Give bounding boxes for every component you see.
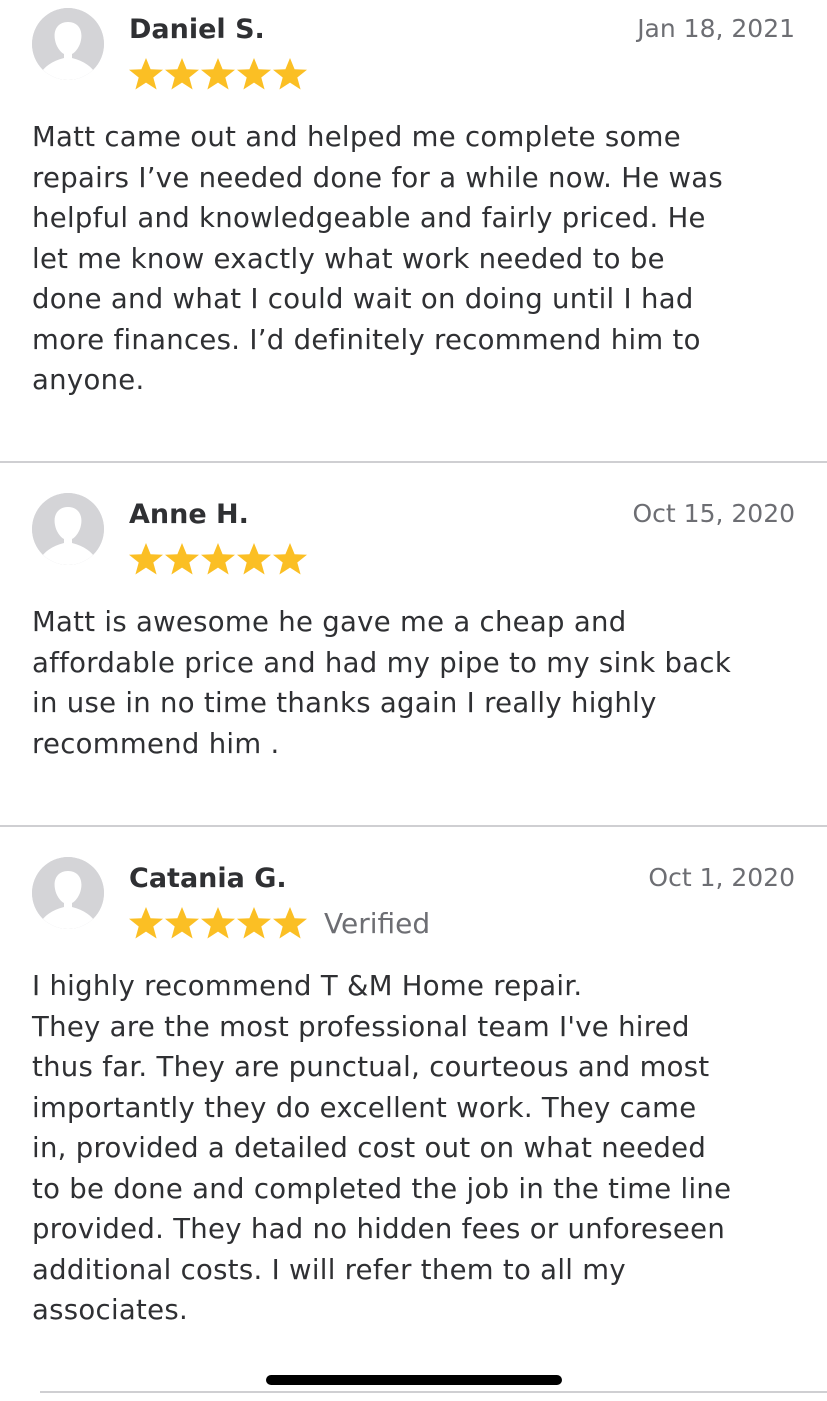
review-line: more finances. I’d definitely recommend … (32, 323, 701, 356)
user-silhouette-icon[interactable] (32, 8, 104, 80)
review-text: Matt came out and helped me complete som… (32, 117, 802, 401)
star-icon (201, 58, 235, 90)
star-icon (237, 543, 271, 575)
user-silhouette-icon[interactable] (32, 857, 104, 929)
star-rating (128, 57, 308, 91)
review-line: associates. (32, 1294, 189, 1326)
verified-badge: Verified (324, 906, 431, 940)
user-silhouette-icon[interactable] (32, 493, 104, 565)
star-icon (237, 907, 271, 939)
review-line: They are the most professional team I've… (32, 1010, 690, 1043)
star-icon (129, 907, 163, 939)
divider (0, 825, 827, 827)
star-icon (129, 58, 163, 90)
review-line: Matt came out and helped me complete som… (32, 121, 681, 153)
review-line: in use in no time thanks again I really … (32, 687, 657, 719)
review-line: importantly they do excellent work. They… (32, 1091, 697, 1124)
star-icon (273, 907, 307, 939)
star-icon (237, 58, 271, 90)
review-text: I highly recommend T &M Home repair. The… (32, 966, 802, 1331)
review-line: recommend him . (32, 727, 280, 760)
star-icon (129, 543, 163, 575)
review-date: Oct 15, 2020 (632, 499, 796, 528)
divider (40, 1391, 827, 1393)
review-line: thus far. They are punctual, courteous a… (32, 1051, 710, 1083)
review-date: Jan 18, 2021 (637, 14, 795, 43)
review-line: affordable price and had my pipe to my s… (32, 646, 732, 679)
star-icon (165, 543, 199, 575)
star-icon (201, 907, 235, 939)
review-date: Oct 1, 2020 (648, 863, 795, 892)
review-line: helpful and knowledgeable and fairly pri… (32, 202, 706, 234)
divider (0, 461, 827, 463)
review-line: I highly recommend T &M Home repair. (32, 970, 583, 1002)
star-icon (201, 543, 235, 575)
reviewer-name: Anne H. (129, 499, 249, 530)
star-rating: Verified (128, 906, 430, 940)
review-line: let me know exactly what work needed to … (32, 242, 665, 275)
review-line: done and what I could wait on doing unti… (32, 283, 694, 315)
reviewer-name: Daniel S. (129, 14, 265, 45)
star-icon (165, 58, 199, 90)
star-icon (273, 58, 307, 90)
home-indicator[interactable] (266, 1375, 562, 1385)
reviews-page: Daniel S. Jan 18, 2021 Matt came out and… (0, 0, 827, 1401)
star-rating (128, 542, 308, 576)
review-text: Matt is awesome he gave me a cheap and a… (32, 602, 802, 764)
review-line: in, provided a detailed cost out on what… (32, 1132, 707, 1164)
review-line: repairs I’ve needed done for a while now… (32, 161, 724, 194)
star-icon (165, 907, 199, 939)
review-line: anyone. (32, 364, 145, 396)
reviewer-name: Catania G. (129, 863, 287, 894)
review-line: additional costs. I will refer them to a… (32, 1253, 626, 1286)
review-line: provided. They had no hidden fees or unf… (32, 1213, 726, 1245)
review-line: Matt is awesome he gave me a cheap and (32, 606, 627, 638)
review-line: to be done and completed the job in the … (32, 1172, 732, 1205)
star-icon (273, 543, 307, 575)
